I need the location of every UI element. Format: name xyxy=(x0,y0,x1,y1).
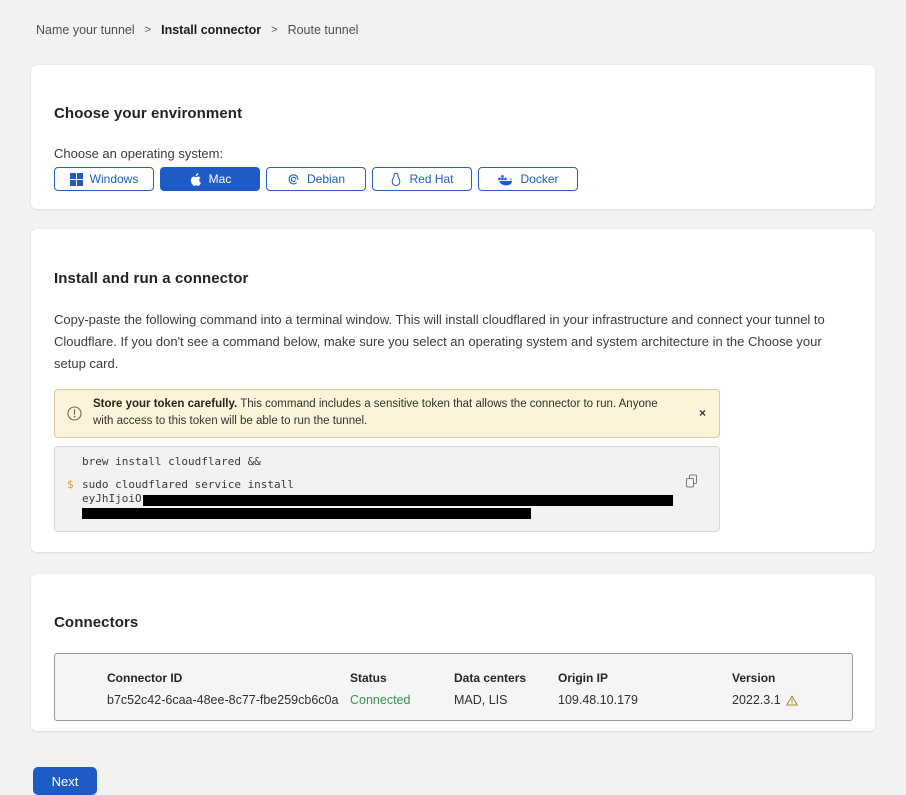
connectors-table-header: Connector ID Status Data centers Origin … xyxy=(107,671,842,685)
connector-row: b7c52c42-6caa-48ee-8c77-fbe259cb6c0a Con… xyxy=(107,693,842,707)
token-warning-banner: Store your token carefully. This command… xyxy=(54,389,720,438)
windows-icon xyxy=(70,173,83,186)
environment-card-title: Choose your environment xyxy=(54,105,847,122)
header-version: Version xyxy=(732,671,842,685)
os-button-docker[interactable]: Docker xyxy=(478,167,578,191)
version-value: 2022.3.1 xyxy=(732,693,781,707)
token-warning-title: Store your token carefully. xyxy=(93,398,237,410)
header-data-centers: Data centers xyxy=(454,671,558,685)
shell-prompt: $ xyxy=(67,479,82,518)
os-button-label: Red Hat xyxy=(409,172,453,186)
redaction-bar xyxy=(82,508,531,519)
warning-triangle-icon xyxy=(786,695,798,706)
os-button-redhat[interactable]: Red Hat xyxy=(372,167,472,191)
alert-circle-icon xyxy=(67,406,82,421)
breadcrumb-step-route-tunnel[interactable]: Route tunnel xyxy=(288,23,359,37)
close-icon[interactable]: × xyxy=(699,407,706,419)
origin-ip-value: 109.48.10.179 xyxy=(558,693,732,707)
code-line-sudo: sudo cloudflared service install xyxy=(82,479,675,492)
breadcrumb-step-name-tunnel[interactable]: Name your tunnel xyxy=(36,23,135,37)
connectors-table: Connector ID Status Data centers Origin … xyxy=(54,653,853,721)
os-button-label: Windows xyxy=(90,172,139,186)
connectors-card-title: Connectors xyxy=(54,614,853,631)
redaction-bar xyxy=(143,495,673,506)
code-line-brew: brew install cloudflared && xyxy=(82,456,675,469)
connectors-card: Connectors Connector ID Status Data cent… xyxy=(31,574,875,731)
apple-icon xyxy=(189,172,202,187)
os-button-label: Mac xyxy=(209,172,232,186)
header-connector-id: Connector ID xyxy=(107,671,350,685)
redhat-icon xyxy=(390,172,402,187)
breadcrumb-separator: > xyxy=(145,24,151,36)
header-status: Status xyxy=(350,671,454,685)
breadcrumb-step-install-connector[interactable]: Install connector xyxy=(161,23,261,37)
install-card-title: Install and run a connector xyxy=(54,270,847,287)
os-button-label: Debian xyxy=(307,172,345,186)
os-button-group: Windows Mac Debian Red Hat Docker xyxy=(54,167,847,191)
install-command-codeblock[interactable]: brew install cloudflared && $ sudo cloud… xyxy=(54,446,720,532)
os-button-mac[interactable]: Mac xyxy=(160,167,260,191)
token-warning-text: Store your token carefully. This command… xyxy=(93,396,679,431)
next-button[interactable]: Next xyxy=(33,767,97,795)
os-button-label: Docker xyxy=(520,172,558,186)
breadcrumb-separator: > xyxy=(271,24,277,36)
debian-icon xyxy=(287,173,300,186)
install-description: Copy-paste the following command into a … xyxy=(54,309,847,375)
os-button-debian[interactable]: Debian xyxy=(266,167,366,191)
code-line-token: eyJhIjoiO xyxy=(82,493,675,506)
os-button-windows[interactable]: Windows xyxy=(54,167,154,191)
copy-icon[interactable] xyxy=(685,474,698,488)
os-select-label: Choose an operating system: xyxy=(54,146,847,161)
environment-card: Choose your environment Choose an operat… xyxy=(31,65,875,209)
data-centers-value: MAD, LIS xyxy=(454,693,558,707)
install-connector-card: Install and run a connector Copy-paste t… xyxy=(31,229,875,551)
breadcrumb: Name your tunnel > Install connector > R… xyxy=(0,0,906,37)
header-origin-ip: Origin IP xyxy=(558,671,732,685)
docker-icon xyxy=(497,173,513,186)
status-badge: Connected xyxy=(350,693,454,707)
token-prefix: eyJhIjoiO xyxy=(82,492,142,505)
connector-id-value: b7c52c42-6caa-48ee-8c77-fbe259cb6c0a xyxy=(107,693,350,707)
